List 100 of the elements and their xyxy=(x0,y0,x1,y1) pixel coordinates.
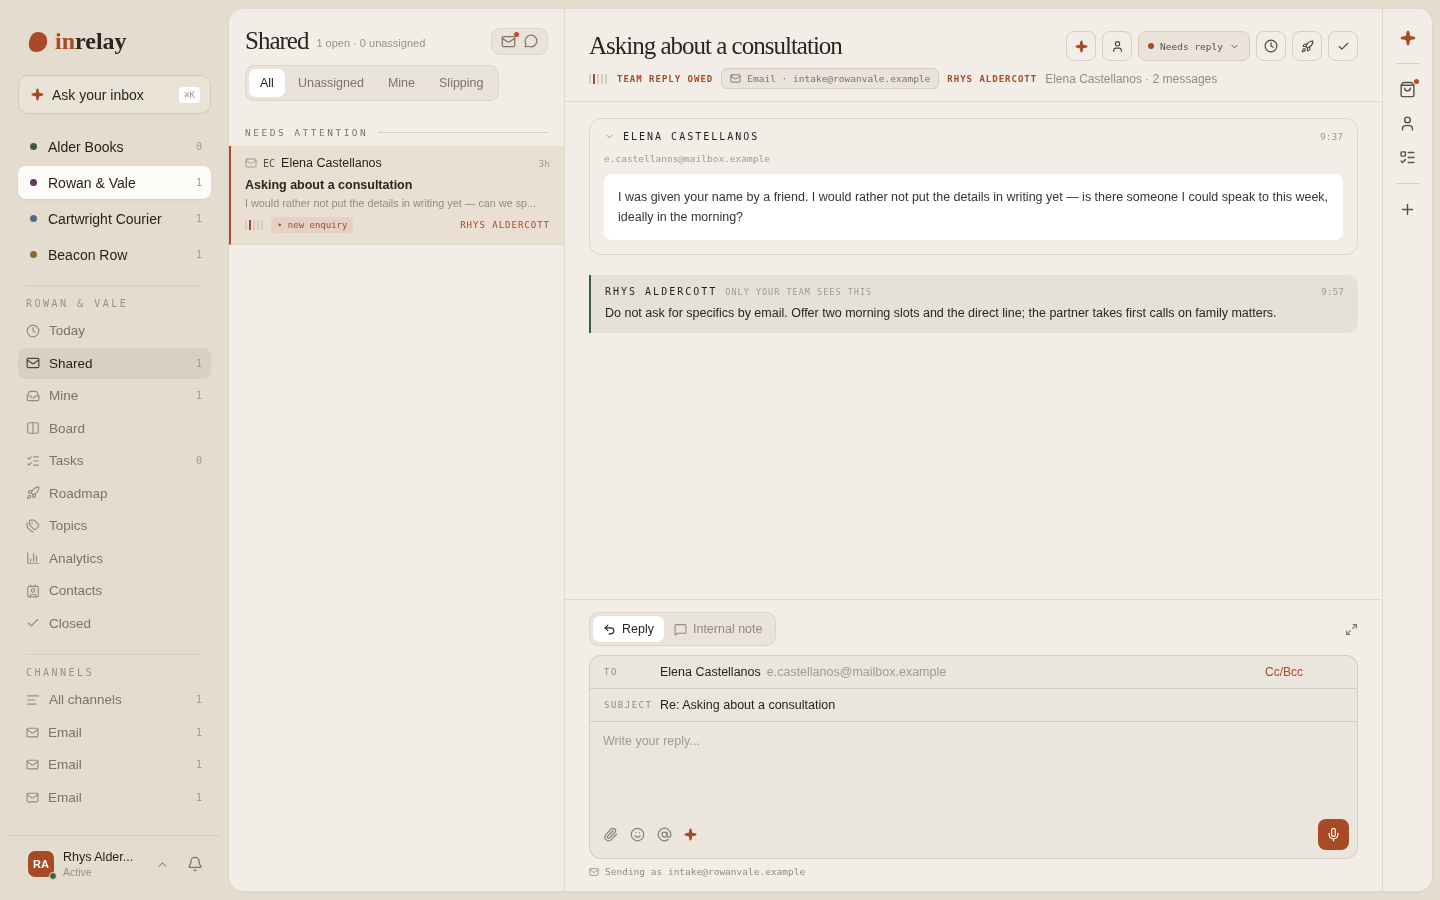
conversation-subject: Asking about a consultation xyxy=(245,178,414,192)
count: 1 xyxy=(195,177,202,188)
lines-icon xyxy=(26,692,40,707)
assign-button[interactable] xyxy=(1102,31,1133,61)
user-icon[interactable] xyxy=(1399,115,1416,132)
workspace-name: Beacon Row xyxy=(48,246,128,263)
cc-bcc-link[interactable]: Cc/Bcc xyxy=(1265,665,1303,679)
bar-chart-icon xyxy=(26,551,40,565)
reply-mode-tab[interactable]: Reply xyxy=(593,616,664,642)
shopping-bag-icon[interactable] xyxy=(1399,81,1416,98)
count: 1 xyxy=(195,791,202,803)
filter-tab[interactable]: Mine xyxy=(376,69,426,97)
filter-tab[interactable]: All xyxy=(249,69,285,97)
conversation-time: 3h xyxy=(538,157,550,169)
user-status: Active xyxy=(63,866,93,878)
chat-bubble-icon[interactable] xyxy=(524,34,538,48)
recipient-address: e.castellanos@mailbox.example xyxy=(766,665,947,679)
nav-item[interactable]: Roadmap xyxy=(18,477,211,509)
count: 1 xyxy=(195,694,202,705)
nav-item[interactable]: Mine 1 xyxy=(18,380,211,411)
conversation-item[interactable]: EC Elena Castellanos 3h Asking about a consultation I would rather not put the details in writing yet — can we sp... • new enquiry RHYS ALDERCOTT xyxy=(229,146,564,245)
reply-input[interactable]: Write your reply... xyxy=(589,721,1358,819)
workspace-name: Alder Books xyxy=(48,138,124,155)
priority-bars-icon xyxy=(589,73,609,84)
message-body: I was given your name by a friend. I would rather not put the details in writing yet — is there someone I could speak to this week, ideally in the morning? xyxy=(604,174,1343,240)
list-title: Shared xyxy=(245,27,309,55)
conversation-preview: I would rather not put the details in writing yet — can we sp... xyxy=(245,196,537,211)
add-icon[interactable] xyxy=(1399,201,1416,218)
ask-inbox-button[interactable]: Ask your inbox ⌘K xyxy=(18,75,211,114)
snooze-button[interactable] xyxy=(1256,31,1286,61)
message-time: 9:57 xyxy=(1321,286,1344,297)
at-sign-icon[interactable] xyxy=(657,827,672,842)
sparkle-icon xyxy=(1074,39,1088,53)
nav-item[interactable]: Analytics xyxy=(18,542,211,574)
nav-label: Closed xyxy=(49,615,92,631)
channel-item[interactable]: Email 1 xyxy=(18,749,211,780)
nav-label: Board xyxy=(49,420,86,436)
channel-item[interactable]: Email 1 xyxy=(18,781,211,813)
rocket-icon xyxy=(1300,39,1314,53)
checklist-icon xyxy=(26,453,40,468)
workspace-item[interactable]: Beacon Row 1 xyxy=(18,238,211,271)
status-label: TEAM REPLY OWED xyxy=(617,73,714,84)
sparkle-icon[interactable] xyxy=(1399,30,1416,46)
channel-item[interactable]: Email 1 xyxy=(18,716,211,748)
ai-button[interactable] xyxy=(1066,31,1097,61)
expand-icon[interactable] xyxy=(1345,622,1358,636)
tag: • new enquiry xyxy=(271,217,354,233)
workspace-item[interactable]: Rowan & Vale 1 xyxy=(18,166,211,199)
channel-label: Email xyxy=(48,757,82,772)
smiley-icon[interactable] xyxy=(630,827,645,842)
nav-label: Roadmap xyxy=(49,485,108,501)
workspace-item[interactable]: Alder Books 0 xyxy=(18,130,211,163)
shortcut-key: ⌘K xyxy=(179,86,200,103)
clock-icon xyxy=(26,323,40,338)
channel-item[interactable]: All channels 1 xyxy=(18,684,211,715)
mail-icon[interactable] xyxy=(501,33,516,49)
field-label: TO xyxy=(604,667,619,677)
nav-item[interactable]: Contacts xyxy=(18,575,211,606)
note-author: RHYS ALDERCOTT xyxy=(605,286,718,297)
rocket-icon xyxy=(26,486,40,500)
sparkle-icon xyxy=(31,88,44,101)
user-icon xyxy=(1110,39,1124,53)
sender-name: ELENA CASTELLANOS xyxy=(623,131,760,142)
channel-label: Email xyxy=(48,789,82,805)
logo-icon xyxy=(27,30,49,53)
nav-item[interactable]: Board xyxy=(18,412,211,444)
nav-item[interactable]: Closed xyxy=(18,607,211,639)
nav-item[interactable]: Tasks 0 xyxy=(18,445,211,476)
filter-tab[interactable]: Unassigned xyxy=(286,69,375,97)
mail-icon xyxy=(26,725,39,739)
filter-tab[interactable]: Slipping xyxy=(428,69,495,97)
sender-address: e.castellanos@mailbox.example xyxy=(604,153,771,164)
paperclip-icon[interactable] xyxy=(603,827,618,842)
conversation-title: Asking about a consultation xyxy=(589,32,844,60)
user-name: Rhys Alder... xyxy=(63,850,134,864)
mail-icon xyxy=(26,356,40,370)
checklist-icon[interactable] xyxy=(1399,149,1416,166)
nav-item[interactable]: Today xyxy=(18,315,211,346)
nav-label: Tasks xyxy=(49,453,84,468)
reply-mode-tab[interactable]: Internal note xyxy=(663,616,773,642)
status-dropdown[interactable]: Needs reply xyxy=(1138,31,1250,61)
bell-icon[interactable] xyxy=(187,856,203,872)
voice-button[interactable] xyxy=(1318,819,1349,850)
assignee: RHYS ALDERCOTT xyxy=(947,73,1038,84)
count: 0 xyxy=(195,141,202,152)
microphone-icon xyxy=(1326,827,1341,842)
workspace-item[interactable]: Cartwright Courier 1 xyxy=(18,202,211,235)
check-icon xyxy=(26,616,40,630)
count: 1 xyxy=(195,390,202,401)
workspace-name: Rowan & Vale xyxy=(48,174,136,191)
sparkle-icon[interactable] xyxy=(684,828,697,841)
visibility-label: ONLY YOUR TEAM SEES THIS xyxy=(725,286,873,297)
section-label: CHANNELS xyxy=(26,667,96,678)
rocket-button[interactable] xyxy=(1292,31,1322,61)
channel-chip: Email · intake@rowanvale.example xyxy=(721,68,940,89)
reply-arrow-icon xyxy=(603,622,616,636)
contact-card-icon xyxy=(26,583,40,598)
user-avatar[interactable]: RA xyxy=(28,851,54,877)
nav-item[interactable]: Topics xyxy=(18,510,211,541)
nav-label: Mine xyxy=(49,388,79,403)
